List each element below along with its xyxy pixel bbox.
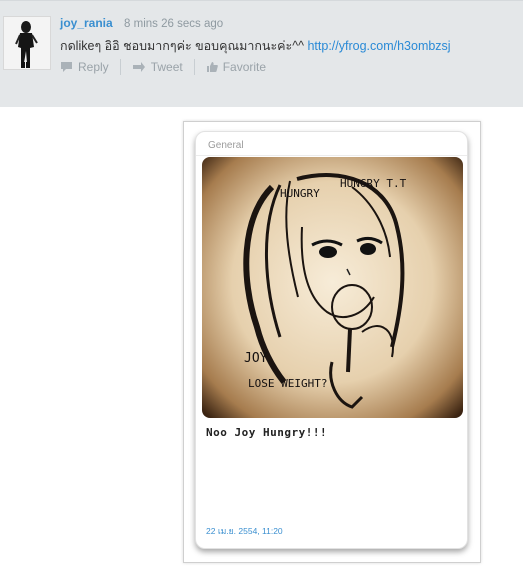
retweet-label: Tweet (150, 60, 183, 74)
photo-frame: General HUNGRY HUNGRY T.T JOY LOSE WEIGH… (183, 121, 481, 563)
reply-label: Reply (78, 60, 109, 74)
tweet-link[interactable]: http://yfrog.com/h3ombzsj (307, 39, 450, 53)
reply-icon (60, 61, 73, 73)
tweet-meta: joy_rania 8 mins 26 secs ago (60, 16, 223, 30)
tweet-body: กดlikeๆ อิอิ ชอบมากๆค่ะ ขอบคุณมากนะค่ะ^^ (60, 39, 304, 53)
avatar[interactable] (3, 16, 51, 70)
favorite-button[interactable]: Favorite (206, 60, 266, 74)
favorite-label: Favorite (222, 60, 267, 74)
tweet-bar: joy_rania 8 mins 26 secs ago กดlikeๆ อิอ… (0, 0, 523, 107)
retweet-icon (132, 61, 146, 73)
reply-button[interactable]: Reply (60, 60, 109, 74)
photo-card[interactable]: General HUNGRY HUNGRY T.T JOY LOSE WEIGH… (195, 131, 468, 549)
avatar-image (4, 17, 50, 69)
sketch-text-hungry-1: HUNGRY (280, 187, 320, 200)
photo-caption: Noo Joy Hungry!!! (206, 426, 328, 439)
sketch-text-hungry-2: HUNGRY T.T (340, 177, 407, 190)
tweet-actions: Reply Tweet Favorite (60, 58, 266, 76)
tweet-timestamp[interactable]: 8 mins 26 secs ago (124, 18, 223, 30)
tweet-text: กดlikeๆ อิอิ ชอบมากๆค่ะ ขอบคุณมากนะค่ะ^^… (60, 36, 451, 56)
photo-category: General (208, 140, 244, 151)
sketch-drawing: HUNGRY HUNGRY T.T JOY LOSE WEIGHT? (202, 157, 463, 418)
sketch-text-joy: JOY (244, 351, 268, 366)
card-divider (196, 155, 467, 156)
photo-date: 22 เม.ย. 2554, 11:20 (206, 526, 283, 536)
action-divider (193, 59, 195, 75)
sketch-image[interactable]: HUNGRY HUNGRY T.T JOY LOSE WEIGHT? (202, 157, 463, 418)
retweet-button[interactable]: Tweet (132, 60, 183, 74)
action-divider (119, 59, 121, 75)
favorite-icon (206, 61, 218, 73)
username-link[interactable]: joy_rania (60, 16, 113, 30)
sketch-text-lose-weight: LOSE WEIGHT? (248, 377, 327, 390)
